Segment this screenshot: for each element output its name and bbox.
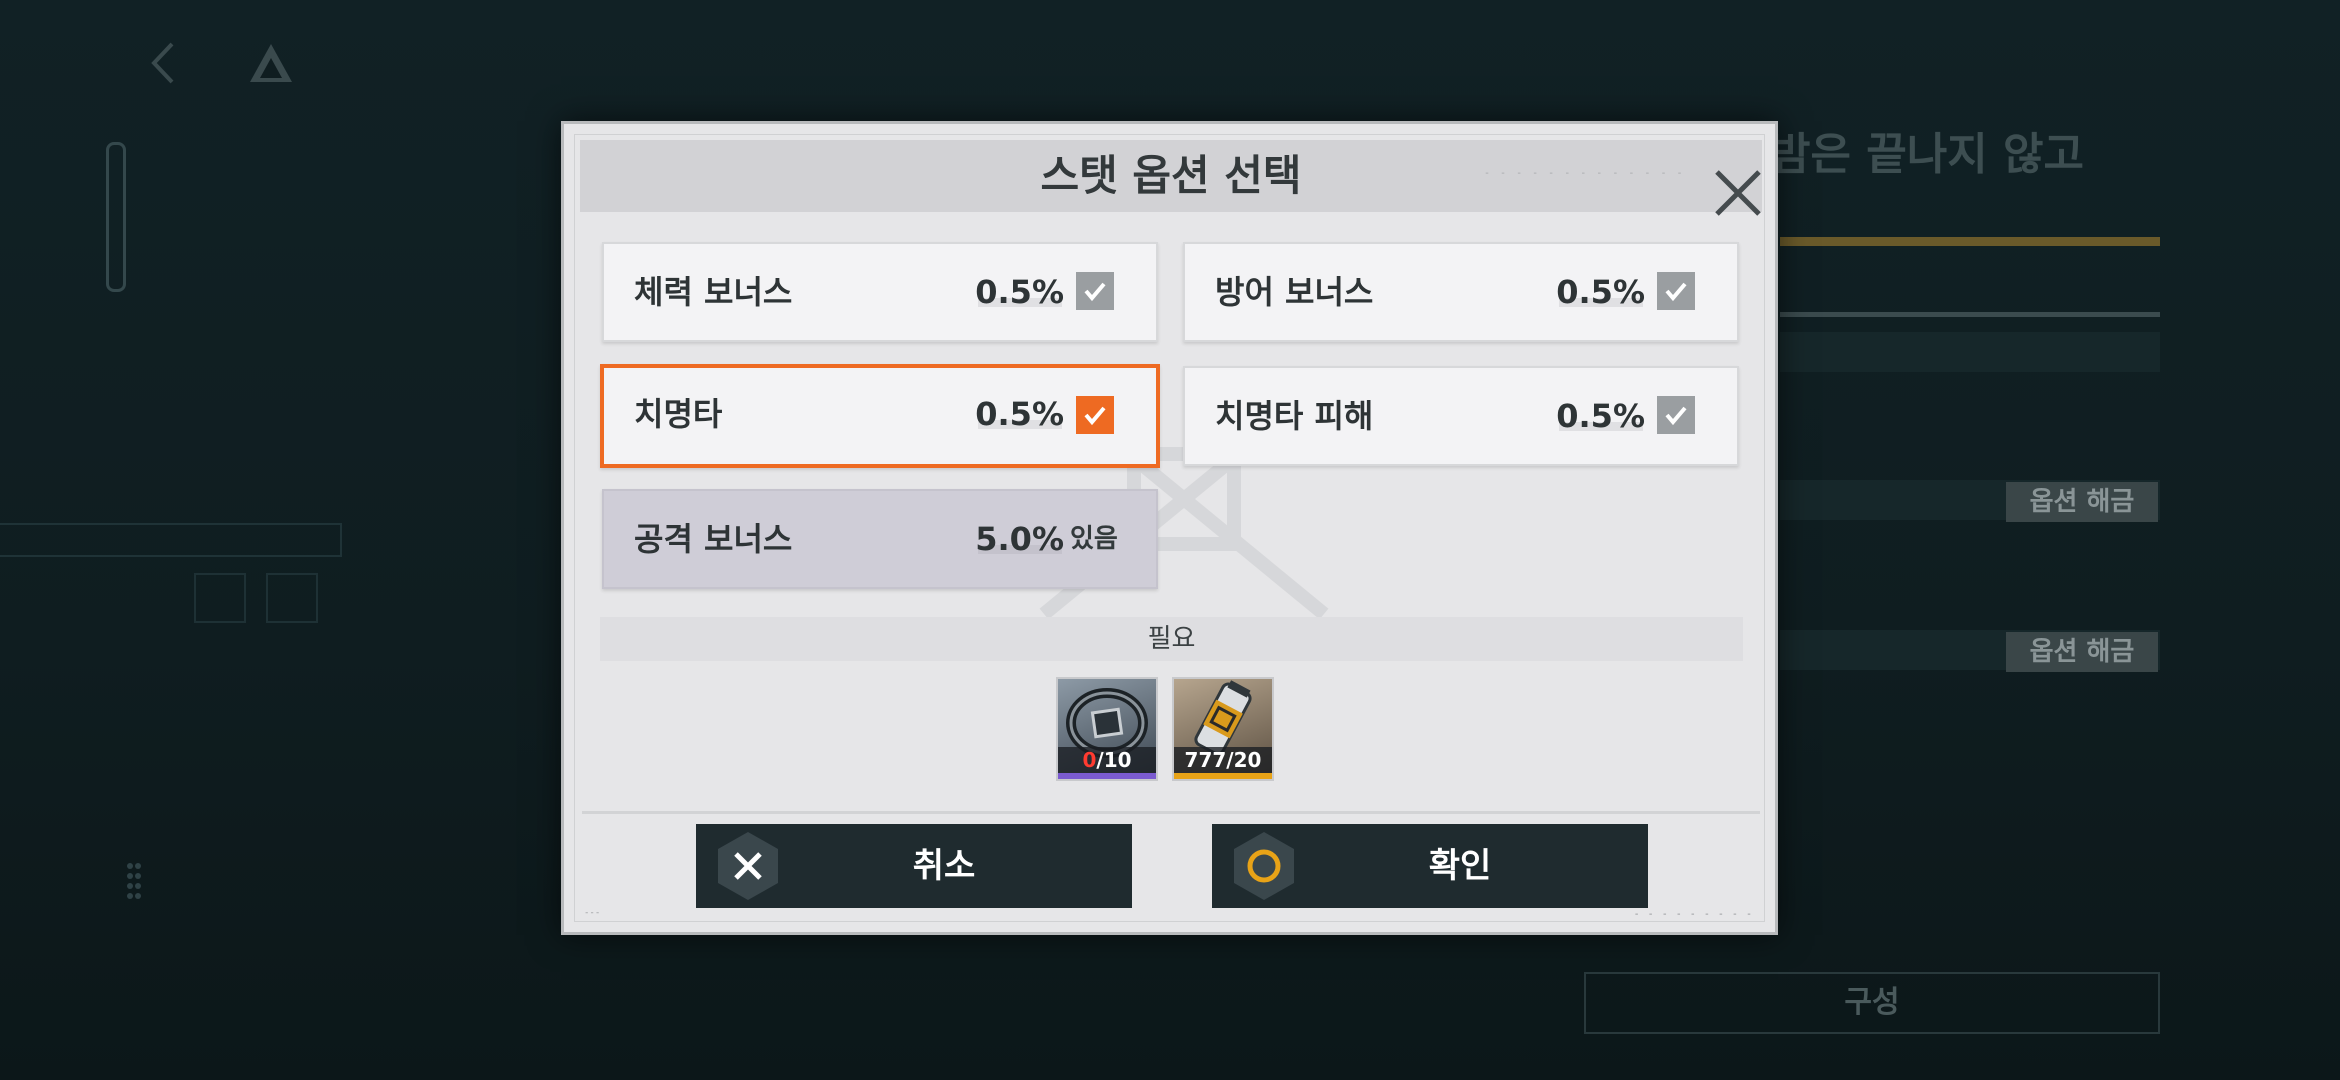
stat-option-dialog: 스탯 옵션 선택 - - - - - - - - - - - - - 체력 보너… <box>561 121 1778 935</box>
option-value: 0.5% <box>1556 273 1645 311</box>
background-title: 밤은 끝나지 않고 <box>1770 129 2084 180</box>
option-checkbox[interactable] <box>1657 396 1695 434</box>
dialog-header: 스탯 옵션 선택 - - - - - - - - - - - - - <box>580 140 1762 216</box>
confirm-button[interactable]: 확인 <box>1212 824 1648 908</box>
option-checkbox[interactable] <box>1076 272 1114 310</box>
divider <box>582 811 1760 814</box>
option-label: 체력 보너스 <box>634 273 793 311</box>
decor-square <box>194 573 246 623</box>
option-value: 0.5% <box>1556 397 1645 435</box>
option-unlock-button[interactable]: 옵션 해금 <box>2006 482 2158 522</box>
item-count: 0/10 <box>1058 747 1156 773</box>
checkmark-icon <box>1665 406 1687 426</box>
option-card-critical[interactable]: 치명타 0.5% <box>600 364 1160 468</box>
decor-text: - - - - - - - - - - - - - <box>1484 168 1685 179</box>
decor-line <box>0 523 342 557</box>
option-card-hp-bonus[interactable]: 체력 보너스 0.5% <box>602 242 1158 342</box>
decor-text: --- <box>584 908 601 918</box>
required-header: 필요 <box>600 617 1743 661</box>
option-row <box>1780 332 2160 372</box>
progress-bar <box>1780 237 2160 246</box>
cancel-button[interactable]: 취소 <box>696 824 1132 908</box>
scroll-indicator <box>106 142 126 292</box>
checkmark-icon <box>1084 406 1106 426</box>
option-card-defense-bonus[interactable]: 방어 보너스 0.5% <box>1183 242 1739 342</box>
confirm-label: 확인 <box>1428 846 1492 886</box>
cancel-label: 취소 <box>912 846 976 886</box>
option-label: 치명타 피해 <box>1215 397 1374 435</box>
option-unlock-button[interactable]: 옵션 해금 <box>2006 632 2158 672</box>
checkmark-icon <box>1084 282 1106 302</box>
material-item-ring-core[interactable]: 0/10 <box>1056 677 1158 781</box>
logo-icon <box>250 44 292 82</box>
rarity-stripe <box>1174 773 1272 779</box>
option-card-attack-bonus: 공격 보너스 5.0% 있음 <box>602 489 1158 589</box>
option-card-critical-damage[interactable]: 치명타 피해 0.5% <box>1183 366 1739 466</box>
confirm-circle-icon <box>1234 832 1294 900</box>
material-item-canister[interactable]: 777/20 <box>1172 677 1274 781</box>
close-icon[interactable] <box>1711 166 1765 220</box>
decor-square <box>266 573 318 623</box>
rarity-stripe <box>1058 773 1156 779</box>
back-arrow-icon <box>151 42 174 84</box>
compose-button[interactable]: 구성 <box>1584 972 2160 1034</box>
option-label: 방어 보너스 <box>1215 273 1374 311</box>
option-value: 0.5% <box>975 395 1064 433</box>
option-label: 치명타 <box>634 395 723 433</box>
owned-status: 있음 <box>1070 524 1118 554</box>
option-checkbox[interactable] <box>1076 396 1114 434</box>
option-value: 0.5% <box>975 273 1064 311</box>
divider <box>1780 312 2160 317</box>
grip-icon <box>127 863 141 899</box>
option-label: 공격 보너스 <box>634 520 793 558</box>
option-checkbox[interactable] <box>1657 272 1695 310</box>
checkmark-icon <box>1665 282 1687 302</box>
option-value: 5.0% <box>975 520 1064 558</box>
item-count: 777/20 <box>1174 747 1272 773</box>
decor-text: - - - - - - - - - <box>1633 909 1753 920</box>
required-label: 필요 <box>1147 624 1196 654</box>
cancel-x-icon <box>718 832 778 900</box>
